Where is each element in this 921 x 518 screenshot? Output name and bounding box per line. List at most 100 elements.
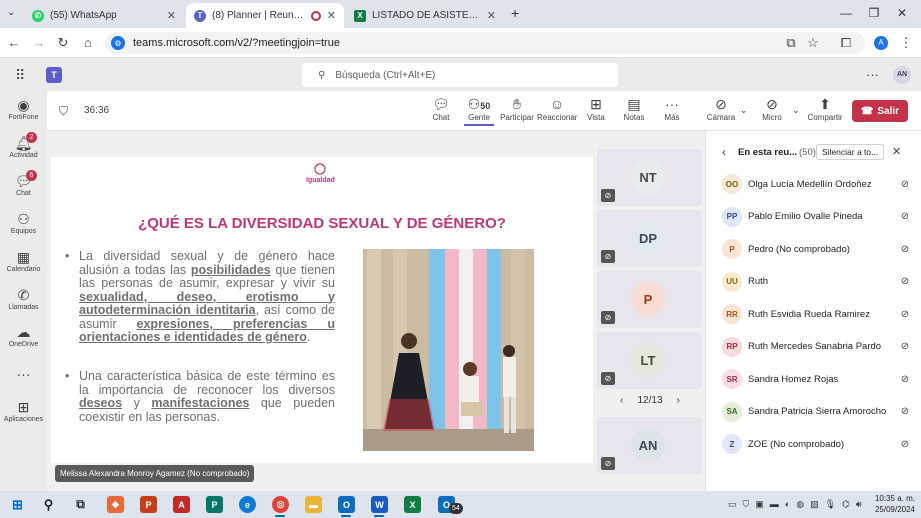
chat-tray-icon[interactable]: ▣ — [755, 499, 764, 510]
rail-item-onedrive[interactable]: ☁ OneDrive — [0, 324, 47, 348]
participant-row[interactable]: P Pedro (No comprobado) ⊘ — [722, 238, 912, 260]
chat-button[interactable]: 💬︎ Chat — [421, 95, 461, 122]
acrobat-icon[interactable]: A — [173, 496, 190, 513]
leave-button[interactable]: ☎ Salir — [852, 100, 908, 122]
volume-icon[interactable]: 🔊︎ — [856, 499, 862, 510]
bookmark-star-icon[interactable]: ☆ — [805, 35, 821, 51]
tab-excel[interactable]: X LISTADO DE ASISTENCIA - ASIS ✕ — [346, 3, 504, 28]
folder-tray-icon[interactable]: ▬ — [770, 499, 779, 510]
mic-options-chevron-icon[interactable]: ⌄ — [792, 105, 800, 116]
participant-tile[interactable]: LT ⊘ — [597, 332, 702, 389]
participant-row[interactable]: OO Olga Lucía Medellín Ordoñez ⊘ — [722, 173, 912, 195]
collapse-chevron-icon[interactable]: ‹ — [722, 145, 726, 159]
participant-tile[interactable]: P ⊘ — [597, 271, 702, 328]
file-explorer-icon[interactable]: ▬ — [305, 496, 322, 513]
participant-tile[interactable]: NT ⊘ — [597, 149, 702, 206]
notes-button[interactable]: ▤ Notas — [614, 95, 654, 122]
participant-row[interactable]: UU Ruth ⊘ — [722, 271, 912, 293]
react-button[interactable]: ☺ Reaccionar — [537, 95, 577, 122]
cloud-icon: ☁ — [16, 324, 31, 340]
rail-item-more[interactable]: ··· — [0, 366, 47, 383]
more-options-icon[interactable]: ··· — [866, 67, 879, 82]
participant-row[interactable]: Z ZOE (No comprobado) ⊘ — [722, 433, 912, 455]
people-button[interactable]: ⚇50 Gente — [459, 95, 499, 126]
previous-page-icon[interactable]: ‹ — [620, 395, 623, 406]
mic-off-icon: ⊘ — [601, 372, 615, 385]
tab-search-icon[interactable]: ⌄ — [7, 7, 15, 18]
extensions-icon[interactable]: ⧠ — [838, 35, 854, 51]
mute-all-button[interactable]: Silenciar a to... — [816, 144, 885, 160]
mic-button[interactable]: ⊘ Micro — [752, 95, 792, 122]
close-icon[interactable]: ✕ — [327, 9, 336, 22]
rail-item-activity[interactable]: 🔔︎ 2 Actividad — [0, 132, 47, 159]
outlook-icon[interactable]: O — [338, 496, 355, 513]
chrome-icon[interactable]: ◎ — [272, 496, 289, 513]
reload-icon[interactable]: ↻ — [55, 35, 71, 51]
tab-title: (55) WhatsApp — [50, 10, 117, 21]
participant-row[interactable]: SR Sandra Homez Rojas ⊘ — [722, 368, 912, 390]
word-icon[interactable]: W — [371, 496, 388, 513]
share-button[interactable]: ⬆ Compartir — [805, 95, 845, 122]
home-icon[interactable]: ⌂ — [80, 35, 96, 50]
windows-taskbar: ⊞ ⚲ ⧉ ◆ P A P e ◎ ▬ O W X O 54 ▭ ⛉ ▣ ▬ ◐… — [0, 491, 921, 518]
shield-tray-icon[interactable]: ⛉ — [743, 499, 750, 510]
participant-row[interactable]: RP Ruth Mercedes Sanabria Pardo ⊘ — [722, 336, 912, 358]
powerpoint-icon[interactable]: P — [140, 496, 157, 513]
tool-label: Micro — [762, 113, 782, 122]
search-input[interactable]: ⚲ Búsqueda (Ctrl+Alt+E) — [302, 63, 618, 87]
tab-title: (8) Planner | Reunión de Ma — [212, 10, 305, 21]
raise-hand-button[interactable]: ✋︎ Participar — [497, 95, 537, 122]
clock[interactable]: 10:35 a. m. 25/09/2024 — [873, 493, 915, 515]
participant-tile[interactable]: DP ⊘ — [597, 210, 702, 267]
close-icon[interactable]: ✕ — [167, 9, 176, 22]
window-close-button[interactable]: ✕ — [892, 6, 912, 20]
restore-button[interactable]: ❐ — [864, 6, 884, 20]
meet-tray-icon[interactable]: ◐ — [785, 499, 790, 510]
logo-icon — [314, 163, 326, 175]
battery-icon[interactable]: ▭ — [728, 499, 737, 510]
forward-icon[interactable]: → — [31, 35, 47, 50]
search-icon[interactable]: ⚲ — [40, 496, 57, 513]
teams-tray-icon[interactable]: ▧ — [810, 499, 819, 510]
camera-button[interactable]: ⊘ Cámara — [701, 95, 741, 122]
browser-menu-icon[interactable]: ⋮ — [898, 35, 914, 51]
tab-teams[interactable]: T (8) Planner | Reunión de Ma ✕ — [186, 3, 344, 28]
rail-item-apps[interactable]: ⊞ Aplicaciones — [0, 399, 47, 423]
rail-item-teams[interactable]: ⚇ Equipos — [0, 211, 47, 235]
edge-icon[interactable]: e — [239, 496, 256, 513]
network-icon[interactable]: ⌬ — [842, 499, 850, 510]
user-avatar[interactable]: AN — [893, 66, 911, 84]
rail-item-chat[interactable]: 💬︎ 6 Chat — [0, 170, 47, 197]
task-view-icon[interactable]: ⧉ — [72, 496, 89, 513]
close-icon[interactable]: ✕ — [487, 9, 496, 22]
minimize-button[interactable]: — — [836, 6, 856, 20]
close-panel-icon[interactable]: ✕ — [892, 145, 901, 158]
participant-row[interactable]: SA Sandra Patricia Sierra Amorocho ⊘ — [722, 401, 912, 423]
publisher-icon[interactable]: P — [206, 496, 223, 513]
participant-row[interactable]: RR Ruth Esvidia Rueda Ramirez ⊘ — [722, 303, 912, 325]
rail-label: Actividad — [9, 152, 38, 159]
install-app-icon[interactable]: ⧉ — [783, 35, 799, 51]
back-icon[interactable]: ← — [6, 35, 22, 50]
tab-whatsapp[interactable]: ✆ (55) WhatsApp ✕ — [24, 3, 184, 28]
new-tab-button[interactable]: + — [511, 5, 519, 21]
camera-options-chevron-icon[interactable]: ⌄ — [740, 105, 748, 116]
mic-off-icon: ⊘ — [766, 96, 778, 112]
site-info-icon[interactable]: ⚙ — [111, 36, 125, 50]
next-page-icon[interactable]: › — [677, 395, 680, 406]
rail-item-calendar[interactable]: ▦ Calendario — [0, 249, 47, 273]
rail-item-calls[interactable]: ✆ Llamadas — [0, 287, 47, 311]
rail-item-fortifone[interactable]: ◉ FortiFone — [0, 97, 47, 121]
app-launcher-icon[interactable]: ⠿ — [15, 67, 25, 84]
more-button[interactable]: ··· Más — [652, 95, 692, 122]
url-field[interactable]: ⚙ teams.microsoft.com/v2/?meetingjoin=tr… — [105, 32, 865, 54]
view-button[interactable]: ⊞ Vista — [576, 95, 616, 122]
participant-tile-self[interactable]: AN ⊘ — [597, 417, 702, 474]
mic-tray-icon[interactable]: 🎙︎ — [825, 499, 836, 510]
participant-row[interactable]: PP Pablo Emilio Ovalle Pineda ⊘ — [722, 206, 912, 228]
camera-tray-icon[interactable]: ◍ — [796, 499, 804, 510]
excel-icon[interactable]: X — [404, 496, 421, 513]
profile-avatar[interactable]: A — [874, 36, 888, 50]
copilot-icon[interactable]: ◆ — [107, 496, 124, 513]
windows-start-icon[interactable]: ⊞ — [9, 496, 26, 513]
